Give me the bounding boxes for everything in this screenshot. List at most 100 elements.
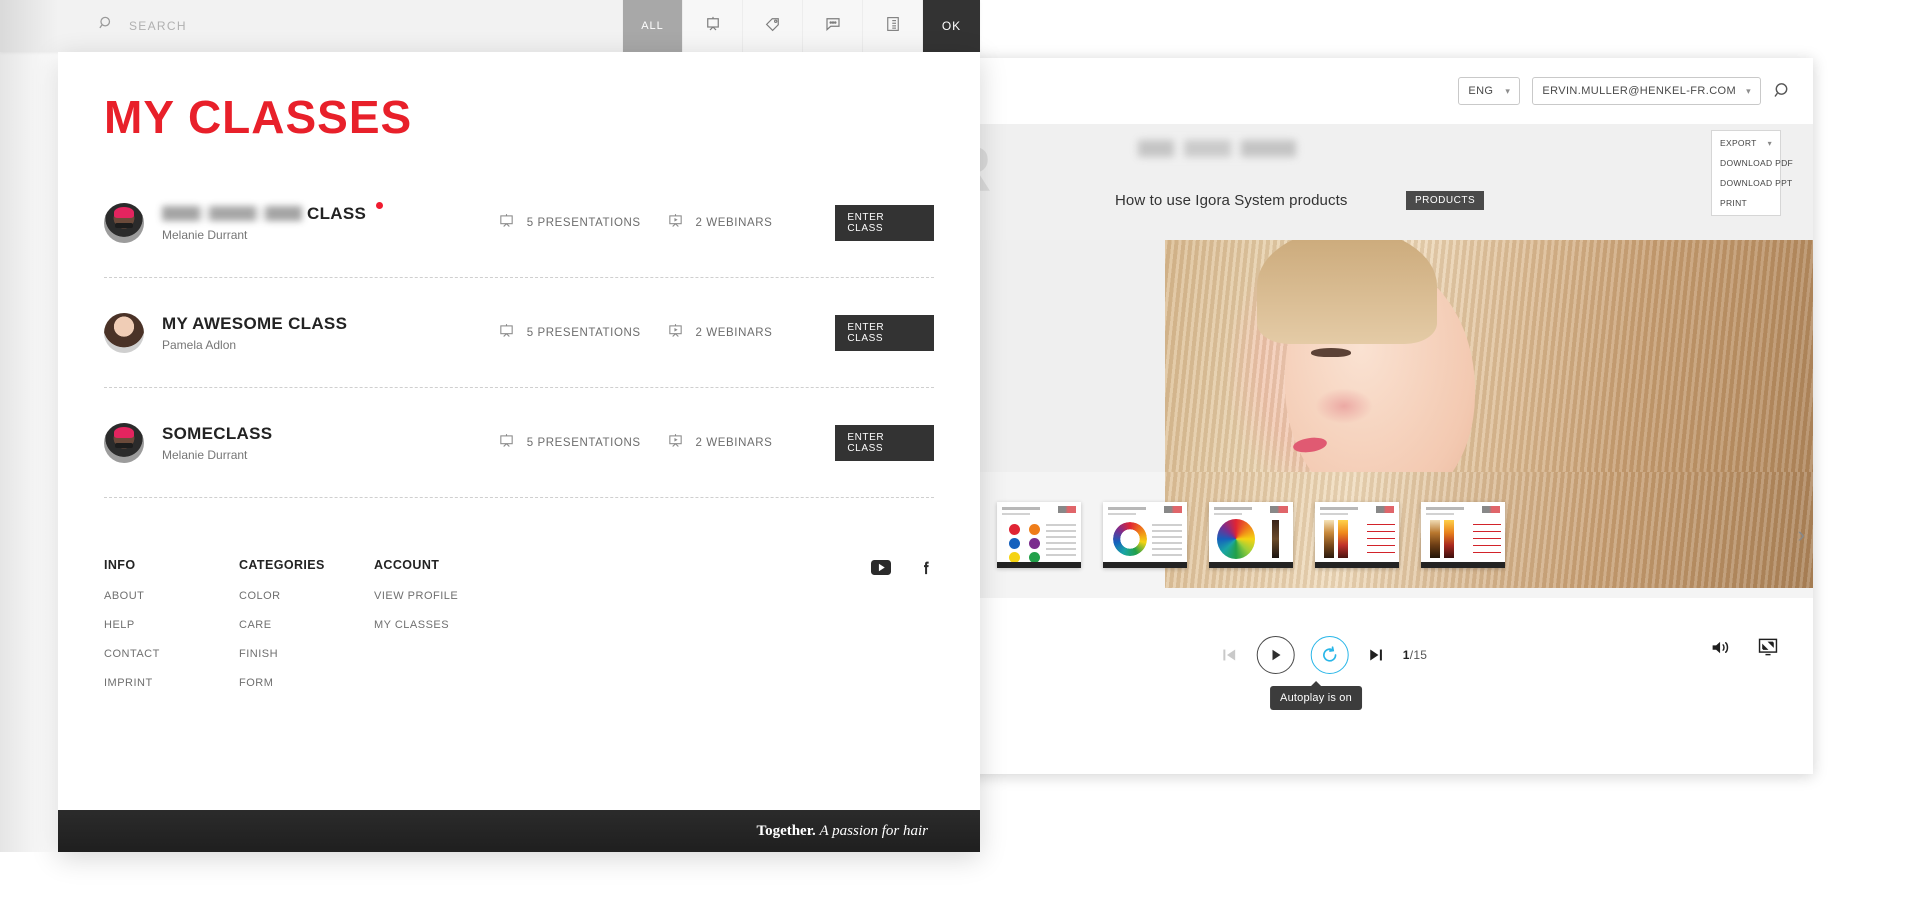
menu-item-print[interactable]: PRINT [1712,193,1780,213]
facebook-icon[interactable] [919,560,934,706]
panel-footer: INFO ABOUT HELP CONTACT IMPRINT CATEGORI… [58,498,980,706]
previous-slide-button[interactable] [1219,644,1241,666]
webinars-metric: 2 WEBINARS [667,322,836,344]
brand-logo-icon [1482,506,1500,513]
slide-thumbnail[interactable] [1103,502,1187,568]
presentations-metric: 5 PRESENTATIONS [498,322,667,344]
slide-counter: 1/15 [1402,648,1428,662]
presentation-icon [498,322,515,344]
next-slide-button[interactable] [1365,644,1387,666]
class-info: SOMECLASS Melanie Durrant [144,424,498,462]
presentations-count: 5 PRESENTATIONS [526,216,641,229]
footer-column-categories: CATEGORIES COLOR CARE FINISH FORM [239,558,374,706]
class-name-redacted [162,206,302,221]
class-name: MY AWESOME CLASS [162,313,348,333]
filter-tabs: ALL OK [622,0,980,52]
export-dropdown-menu[interactable]: EXPORT ▾ DOWNLOAD PDF DOWNLOAD PPT PRINT [1711,130,1793,216]
search-icon[interactable] [1773,81,1793,101]
page-title: MY CLASSES [104,91,413,143]
export-dropdown-toggle[interactable]: EXPORT ▾ [1712,133,1780,153]
footer-link-form[interactable]: FORM [239,677,374,689]
volume-icon[interactable] [1709,636,1731,658]
overlay-toolbar: ALL [0,0,980,52]
slide-subtitle: How to use Igora System products [1115,192,1348,209]
fullscreen-icon[interactable] [1757,636,1779,658]
app-topbar: ENG ▾ ERVIN.MULLER@HENKEL-FR.COM ▾ [833,58,1813,124]
class-row[interactable]: SOMECLASS Melanie Durrant 5 PRESENTATION… [104,388,935,498]
products-badge[interactable]: PRODUCTS [1406,191,1485,210]
my-classes-panel: MY CLASSES CLASS Melanie Durrant 5 PRESE… [58,52,980,852]
slide-stage [833,240,1813,472]
filter-tab-lists[interactable] [862,0,922,52]
ok-button[interactable]: OK [922,0,980,52]
pigment-swatch [1338,520,1348,558]
footer-link-finish[interactable]: FINISH [239,648,374,660]
brand-logo-icon [1164,506,1182,513]
webinar-icon [667,322,684,344]
autoplay-tooltip: Autoplay is on [1270,681,1362,710]
footer-link-contact[interactable]: CONTACT [104,648,239,660]
filter-tab-presentations[interactable] [682,0,742,52]
language-selector[interactable]: ENG ▾ [1458,77,1521,105]
footer-link-care[interactable]: CARE [239,619,374,631]
footer-link-about[interactable]: ABOUT [104,590,239,602]
slide-thumbnail[interactable] [1421,502,1505,568]
search-area [0,15,622,37]
menu-item-download-pdf[interactable]: DOWNLOAD PDF [1712,153,1793,173]
slide-thumbnail[interactable] [997,502,1081,568]
footer-column-info: INFO ABOUT HELP CONTACT IMPRINT [104,558,239,706]
footer-link-view-profile[interactable]: VIEW PROFILE [374,590,509,602]
account-email: ERVIN.MULLER@HENKEL-FR.COM [1542,85,1737,97]
webinars-metric: 2 WEBINARS [667,432,836,454]
webinar-icon [667,432,684,454]
account-selector[interactable]: ERVIN.MULLER@HENKEL-FR.COM ▾ [1532,77,1761,105]
footer-column-account: ACCOUNT VIEW PROFILE MY CLASSES [374,558,509,706]
filter-tab-tags[interactable] [742,0,802,52]
model-eye [1311,348,1351,357]
slide-thumbnail[interactable] [1209,502,1293,568]
class-teacher: Melanie Durrant [162,227,248,242]
footer-link-help[interactable]: HELP [104,619,239,631]
colour-circle-diagram [1113,522,1147,556]
filmstrip-next-button[interactable]: › [1798,524,1805,546]
footer-heading: CATEGORIES [239,558,325,572]
search-input[interactable] [129,19,429,33]
class-name: SOMECLASS [162,423,273,443]
slide-filmstrip[interactable]: › [833,472,1813,598]
youtube-icon[interactable] [871,560,891,706]
colour-wheel-diagram [1217,519,1255,559]
presentation-icon [704,15,722,38]
model-blush [1315,388,1373,424]
menu-item-download-ppt[interactable]: DOWNLOAD PPT [1712,173,1792,193]
filter-tab-comments[interactable] [802,0,862,52]
class-teacher: Pamela Adlon [162,337,237,352]
webinars-count: 2 WEBINARS [695,436,773,449]
search-icon[interactable] [98,15,115,37]
brand-bottom-bar: Together. A passion for hair [58,810,980,852]
play-button[interactable] [1256,636,1295,674]
avatar [104,422,144,463]
chevron-down-icon: ▾ [1767,138,1772,148]
enter-class-button[interactable]: ENTER CLASS [835,314,935,351]
brand-logo-icon [1058,506,1076,513]
enter-class-button[interactable]: ENTER CLASS [835,424,935,461]
slide-thumbnail[interactable] [1315,502,1399,568]
player-secondary-controls [1709,636,1779,658]
presentations-count: 5 PRESENTATIONS [526,326,641,339]
avatar [104,202,144,243]
footer-link-imprint[interactable]: IMPRINT [104,677,239,689]
presentation-app-window: ENG ▾ ERVIN.MULLER@HENKEL-FR.COM ▾ OUR H… [833,58,1813,774]
footer-link-my-classes[interactable]: MY CLASSES [374,619,509,631]
player-controls: 1/15 Autoplay is on [833,598,1813,774]
new-content-badge [376,201,384,209]
presentations-metric: 5 PRESENTATIONS [498,432,667,454]
autoplay-button[interactable] [1310,636,1349,674]
footer-link-color[interactable]: COLOR [239,590,374,602]
level-swatch [1272,520,1279,558]
enter-class-button[interactable]: ENTER CLASS [835,204,935,241]
filter-tab-all[interactable]: ALL [622,0,682,52]
class-row[interactable]: CLASS Melanie Durrant 5 PRESENTATIONS 2 … [104,168,935,278]
presentation-icon [498,212,515,234]
class-row[interactable]: MY AWESOME CLASS Pamela Adlon 5 PRESENTA… [104,278,935,388]
language-value: ENG [1468,85,1494,97]
